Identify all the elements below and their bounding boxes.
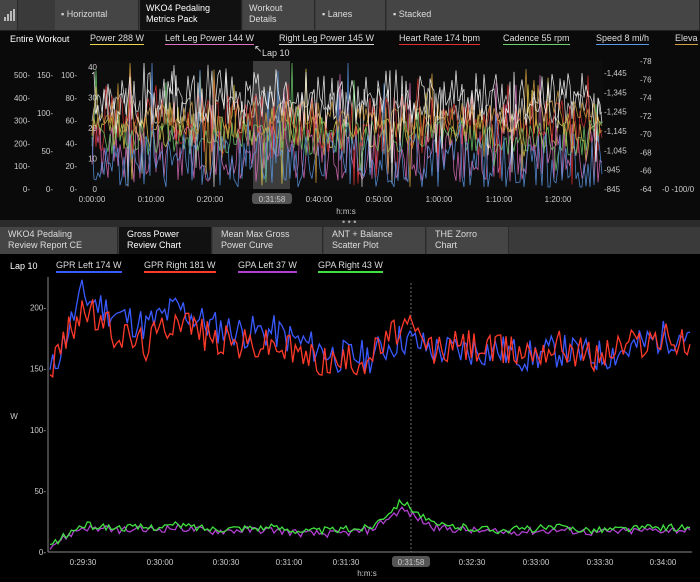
overview-plot[interactable]: 500-400-300-200-100-0-150-100-50-0-100-8… bbox=[0, 31, 700, 220]
power-axis-tick: 400- bbox=[14, 94, 30, 103]
gross-power-series bbox=[49, 279, 691, 550]
x-tick: 0:31:00 bbox=[276, 558, 303, 567]
x-tick: 0:31:30 bbox=[333, 558, 360, 567]
right-axis-tick: -68 bbox=[640, 148, 652, 157]
x-tick-cursor: 0:31:58 bbox=[259, 195, 286, 204]
right-axis-tick: -76 bbox=[640, 75, 652, 84]
elevation-axis-tick: -945 bbox=[604, 166, 621, 175]
workout-overview-chart[interactable]: Entire Workout Power 288 W Left Leg Powe… bbox=[0, 31, 700, 220]
cadence-axis-tick: 20- bbox=[65, 162, 77, 171]
tab-gross-power-review-chart[interactable]: Gross Power Review Chart bbox=[119, 227, 212, 254]
top-tab-bar: ▪ Horizontal WKO4 Pedaling Metrics Pack … bbox=[0, 0, 700, 31]
hr-axis-tick: 50- bbox=[41, 147, 53, 156]
power-axis-tick: 100- bbox=[14, 162, 30, 171]
x-tick: 0:50:00 bbox=[366, 195, 393, 204]
gross-power-plot[interactable]: 200- 150- 100- 50- 0- W 0:29:30 0:30:00 0:30:30 0… bbox=[0, 255, 700, 582]
cadence-axis-tick: 0- bbox=[70, 185, 77, 194]
y-tick: 100- bbox=[30, 426, 46, 435]
tab-wko4-pedaling-metrics-pack[interactable]: WKO4 Pedaling Metrics Pack bbox=[140, 0, 242, 30]
x-tick-cursor: 0:31:58 bbox=[398, 558, 425, 567]
power-axis-tick: 500- bbox=[14, 71, 30, 80]
power-axis-tick: 300- bbox=[14, 117, 30, 126]
right-axis-tick: -74 bbox=[640, 94, 652, 103]
tab-lanes[interactable]: ▪ Lanes bbox=[316, 0, 386, 30]
right-axis-tick: -66 bbox=[640, 167, 652, 176]
tab-workout-details[interactable]: Workout Details bbox=[243, 0, 315, 30]
x-tick: 0:29:30 bbox=[70, 558, 97, 567]
gross-power-axes: 200- 150- 100- 50- 0- W 0:29:30 0:30:00 0:30:30 0… bbox=[10, 277, 692, 578]
elevation-axis-tick: -1,145 bbox=[604, 127, 627, 136]
series-line-gpr-right bbox=[49, 299, 691, 379]
x-axis-label: h:m:s bbox=[336, 207, 356, 216]
right-axis-tick: -70 bbox=[640, 130, 652, 139]
lap-label: Lap 10 bbox=[262, 48, 290, 58]
bar-chart-icon bbox=[4, 9, 16, 24]
x-tick: 0:30:00 bbox=[147, 558, 174, 567]
elevation-axis-tick: -1,045 bbox=[604, 146, 627, 155]
y-tick: 150- bbox=[30, 365, 46, 374]
speed-axis-tick: 20 bbox=[88, 124, 97, 133]
x-tick: 0:33:30 bbox=[587, 558, 614, 567]
x-tick: 1:10:00 bbox=[486, 195, 513, 204]
hr-axis-tick: 100- bbox=[37, 109, 53, 118]
cadence-axis-tick: 40- bbox=[65, 139, 77, 148]
x-tick: 1:20:00 bbox=[545, 195, 572, 204]
power-axis-tick: 0- bbox=[23, 185, 30, 194]
hr-axis-tick: 150- bbox=[37, 71, 53, 80]
x-tick: 0:20:00 bbox=[197, 195, 224, 204]
cadence-axis-tick: 80- bbox=[65, 94, 77, 103]
series-line-gpa-right bbox=[49, 498, 691, 546]
right-axis-extra: -0 -100/0 bbox=[662, 185, 695, 194]
right-axis-tick: -78 bbox=[640, 57, 652, 66]
elevation-axis-tick: -1,345 bbox=[604, 88, 627, 97]
chart-menu-button[interactable] bbox=[0, 0, 18, 30]
x-tick: 0:30:30 bbox=[213, 558, 240, 567]
elevation-axis-tick: -1,445 bbox=[604, 69, 627, 78]
panel-splitter[interactable]: • • • bbox=[0, 217, 700, 227]
x-tick: 1:00:00 bbox=[426, 195, 453, 204]
hr-axis-tick: 0- bbox=[46, 185, 53, 194]
cursor-icon: ↖ bbox=[254, 44, 263, 55]
x-axis-label: h:m:s bbox=[357, 569, 377, 578]
x-tick: 0:10:00 bbox=[138, 195, 165, 204]
speed-axis-tick: 30 bbox=[88, 94, 97, 103]
elevation-axis-tick: -1,245 bbox=[604, 108, 627, 117]
tab-the-zorro-chart[interactable]: THE Zorro Chart bbox=[427, 227, 509, 254]
y-tick: 200- bbox=[30, 304, 46, 313]
splitter-grip-icon: • • • bbox=[342, 217, 357, 227]
tab-stacked[interactable]: ▪ Stacked bbox=[387, 0, 700, 30]
x-tick: 0:33:00 bbox=[523, 558, 550, 567]
y-tick: 50- bbox=[34, 487, 46, 496]
tab-horizontal[interactable]: ▪ Horizontal bbox=[55, 0, 139, 30]
x-tick: 0:40:00 bbox=[306, 195, 333, 204]
tab-ant-balance-scatter-plot[interactable]: ANT + Balance Scatter Plot bbox=[324, 227, 426, 254]
tab-wko4-pedaling-review-report[interactable]: WKO4 Pedaling Review Report CE bbox=[0, 227, 118, 254]
cadence-axis-tick: 60- bbox=[65, 117, 77, 126]
y-axis-label: W bbox=[10, 412, 18, 421]
elevation-axis-tick: -845 bbox=[604, 185, 621, 194]
x-tick: 0:34:00 bbox=[650, 558, 677, 567]
tab-mean-max-gross-power-curve[interactable]: Mean Max Gross Power Curve bbox=[213, 227, 323, 254]
speed-axis-tick: 10 bbox=[88, 155, 97, 164]
speed-axis-tick: 0 bbox=[93, 185, 98, 194]
speed-axis-tick: 40 bbox=[88, 63, 97, 72]
y-tick: 0- bbox=[39, 548, 46, 557]
right-axis-tick: -64 bbox=[640, 185, 652, 194]
gross-power-review-chart[interactable]: Lap 10 GPR Left 174 W GPR Right 181 W GP… bbox=[0, 255, 700, 582]
right-axis-tick: -72 bbox=[640, 112, 652, 121]
x-tick: 0:32:30 bbox=[459, 558, 486, 567]
x-tick: 0:00:00 bbox=[79, 195, 106, 204]
power-axis-tick: 200- bbox=[14, 139, 30, 148]
cadence-axis-tick: 100- bbox=[61, 71, 77, 80]
